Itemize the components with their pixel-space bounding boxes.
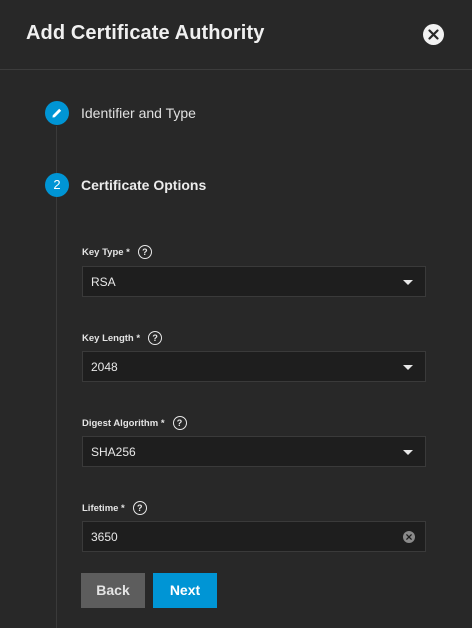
dialog-title: Add Certificate Authority xyxy=(26,22,265,44)
help-icon[interactable]: ? xyxy=(148,331,163,345)
step-1-marker[interactable] xyxy=(45,101,69,125)
lifetime-value: 3650 xyxy=(91,530,118,544)
dialog-header: Add Certificate Authority xyxy=(0,0,472,70)
key-type-select[interactable]: RSA xyxy=(82,266,426,297)
key-length-select[interactable]: 2048 xyxy=(82,351,426,382)
pencil-icon xyxy=(52,108,62,118)
close-button[interactable] xyxy=(423,24,444,45)
key-length-value: 2048 xyxy=(91,360,118,374)
close-icon xyxy=(428,29,439,40)
dropdown-caret-icon xyxy=(403,365,413,370)
add-certificate-authority-dialog: Add Certificate Authority Identifier and… xyxy=(0,0,472,628)
step-2-marker[interactable]: 2 xyxy=(45,173,69,197)
help-icon[interactable]: ? xyxy=(132,501,147,515)
digest-algorithm-label: Digest Algorithm * ? xyxy=(82,416,187,430)
next-button[interactable]: Next xyxy=(153,573,217,608)
clear-icon[interactable] xyxy=(403,531,415,543)
key-type-value: RSA xyxy=(91,275,116,289)
dropdown-caret-icon xyxy=(403,450,413,455)
digest-algorithm-select[interactable]: SHA256 xyxy=(82,436,426,467)
help-icon[interactable]: ? xyxy=(137,245,152,259)
step-2-label[interactable]: Certificate Options xyxy=(81,177,206,193)
dropdown-caret-icon xyxy=(403,280,413,285)
back-button[interactable]: Back xyxy=(81,573,145,608)
step-1-label[interactable]: Identifier and Type xyxy=(81,105,196,121)
lifetime-label: Lifetime * ? xyxy=(82,501,147,515)
key-type-label: Key Type * ? xyxy=(82,245,152,259)
digest-algorithm-value: SHA256 xyxy=(91,445,136,459)
lifetime-input[interactable]: 3650 xyxy=(82,521,426,552)
help-icon[interactable]: ? xyxy=(172,416,187,430)
key-length-label: Key Length * ? xyxy=(82,331,163,345)
stepper-line xyxy=(56,126,57,628)
